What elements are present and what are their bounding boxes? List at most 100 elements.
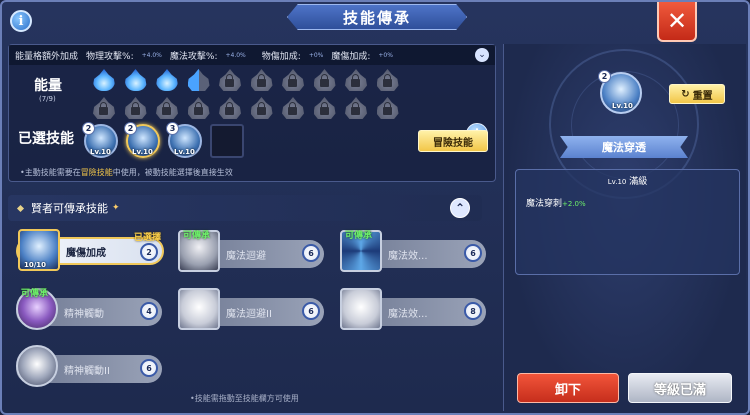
locked-energy-icon <box>187 97 210 119</box>
stat-label-3: 物傷加成: <box>261 51 301 62</box>
stat-value-1: +4.0% <box>141 51 162 59</box>
lock-icon <box>351 74 360 87</box>
skill-name-banner: 魔法穿透 <box>560 136 688 158</box>
skill-name: 魔傷加成 <box>66 247 106 259</box>
locked-energy-icon <box>250 69 273 91</box>
skill-name: 精神觸動II <box>64 365 110 377</box>
lock-icon <box>319 102 329 115</box>
selected-skill-slot-2[interactable]: 2 Lv.10 <box>124 122 160 158</box>
skill-count-badge: 6 <box>464 244 482 262</box>
skill-card-spirit-touch-2[interactable]: 精神觸動II 6 <box>16 345 162 387</box>
locked-energy-icon <box>313 97 336 119</box>
energy-orb-icon <box>156 69 178 91</box>
lock-icon <box>225 102 234 115</box>
usage-hint: •主動技能需要在冒險技能中使用，被動技能選擇後直接生效 <box>20 167 233 178</box>
info-icon[interactable]: i <box>10 10 32 32</box>
skill-count-badge: 2 <box>140 243 158 261</box>
inheritable-tag: 可傳承 <box>345 231 373 241</box>
slot-level: Lv.10 <box>132 148 153 156</box>
chevron-down-icon[interactable]: ⌄ <box>475 48 489 62</box>
inheritable-tag: 可傳承 <box>21 289 49 299</box>
skill-count-badge: 6 <box>140 359 158 377</box>
stat-bonus-bar: 能量格額外加成 物理攻擊%: +4.0% 魔法攻擊%: +4.0% 物傷加成: … <box>9 45 495 65</box>
locked-energy-icon <box>124 97 147 119</box>
slot-level: Lv.10 <box>174 148 195 156</box>
spirit-silver-icon <box>16 345 58 387</box>
skill-level-heading: Lv.10 滿級 <box>516 174 739 187</box>
hint-highlight: 冒險技能 <box>80 168 113 177</box>
locked-energy-icon <box>219 97 241 119</box>
locked-energy-icon <box>376 97 399 119</box>
stat-bonus-label: 能量格額外加成 <box>15 51 79 62</box>
skill-count-badge: 8 <box>464 302 482 320</box>
lock-icon <box>130 102 140 115</box>
lock-icon <box>162 102 171 115</box>
stat-label-2: 魔法攻擊%: <box>169 51 218 62</box>
page-title: 技能傳承 <box>287 4 467 30</box>
swirl-white-icon <box>340 288 382 330</box>
selected-skill-slot-3[interactable]: 3 Lv.10 <box>166 122 202 158</box>
magic-penetration-icon: 2 Lv.10 <box>598 70 642 114</box>
energy-label: 能量 <box>34 78 62 94</box>
lock-icon <box>225 74 234 87</box>
max-level-button[interactable]: 等級已滿 <box>628 373 732 403</box>
locked-energy-icon <box>313 69 336 91</box>
hint-prefix: •主動技能需要在 <box>20 168 81 177</box>
selected-skill-slot-1[interactable]: 2 Lv.10 <box>82 122 118 158</box>
close-button[interactable]: ✕ <box>657 2 697 42</box>
skill-name: 魔法效... <box>388 308 428 320</box>
skill-name: 魔法迴避II <box>226 308 272 320</box>
skill-card-magic-effect-2[interactable]: 魔法效... 8 <box>340 288 486 330</box>
effect-value: +2.0% <box>562 200 586 208</box>
stat-value-4: +0% <box>378 51 393 59</box>
refresh-icon: ↻ <box>681 88 690 100</box>
stat-value-3: +0% <box>308 51 324 59</box>
reset-button[interactable]: ↻ 重置 <box>669 84 725 104</box>
skill-card-spirit-touch[interactable]: 精神觸動 4 <box>16 288 162 330</box>
slot-level: Lv.10 <box>90 148 111 156</box>
lock-icon <box>382 102 392 115</box>
lock-icon <box>193 102 203 115</box>
skill-level-tag: 10/10 <box>24 261 47 269</box>
skill-card-magic-evade[interactable]: 魔法迴避 6 <box>178 230 324 272</box>
inheritable-tag: 可傳承 <box>183 231 211 241</box>
empty-skill-slot[interactable] <box>210 124 244 158</box>
lock-icon <box>256 74 266 87</box>
drag-hint: •技能需拖動至技能欄方可使用 <box>190 394 299 403</box>
locked-energy-icon <box>345 69 367 91</box>
locked-energy-icon <box>156 97 178 119</box>
locked-energy-icon <box>93 97 115 119</box>
lock-icon <box>256 102 266 115</box>
energy-count: (7/9) <box>39 95 56 103</box>
unequip-button[interactable]: 卸下 <box>517 373 619 403</box>
skill-count-badge: 6 <box>302 302 320 320</box>
locked-energy-icon <box>345 97 367 119</box>
diamond-bullet-icon <box>16 204 25 212</box>
slot-number: 3 <box>166 122 179 135</box>
magic-damage-icon: 10/10 <box>18 229 60 271</box>
reset-label: 重置 <box>692 90 713 102</box>
stat-label-4: 魔傷加成: <box>331 51 371 62</box>
slot-number: 2 <box>124 122 137 135</box>
skill-card-magic-evade-2[interactable]: 魔法迴避II 6 <box>178 288 324 330</box>
skill-count-badge: 4 <box>140 302 158 320</box>
locked-energy-icon <box>219 69 241 91</box>
lock-icon <box>99 102 108 115</box>
adventure-skill-button[interactable]: 冒險技能 <box>418 130 488 152</box>
selected-skills-label: 已選技能 <box>18 131 74 147</box>
skill-inheritance-window: i 技能傳承 ✕ 能量格額外加成 物理攻擊%: +4.0% 魔法攻擊%: +4.… <box>0 0 750 415</box>
chevron-up-icon[interactable]: ⌃ <box>450 198 470 218</box>
ghost-white-icon <box>178 288 220 330</box>
section-title: 賢者可傳承技能 <box>31 202 108 215</box>
lock-icon <box>288 74 297 87</box>
skill-card-magic-effect[interactable]: 魔法效... 6 <box>340 230 486 272</box>
locked-energy-icon <box>250 97 273 119</box>
sparkle-icon: ✦ <box>112 203 120 213</box>
skill-name: 魔法迴避 <box>226 250 266 262</box>
energy-orb-icon <box>124 69 147 91</box>
lock-icon <box>382 74 392 87</box>
skill-effect-box: Lv.10 滿級 魔法穿刺+2.0% <box>515 169 740 275</box>
energy-panel: 能量格額外加成 物理攻擊%: +4.0% 魔法攻擊%: +4.0% 物傷加成: … <box>8 44 496 182</box>
skill-count-badge: 6 <box>302 244 320 262</box>
locked-energy-icon <box>282 69 304 91</box>
